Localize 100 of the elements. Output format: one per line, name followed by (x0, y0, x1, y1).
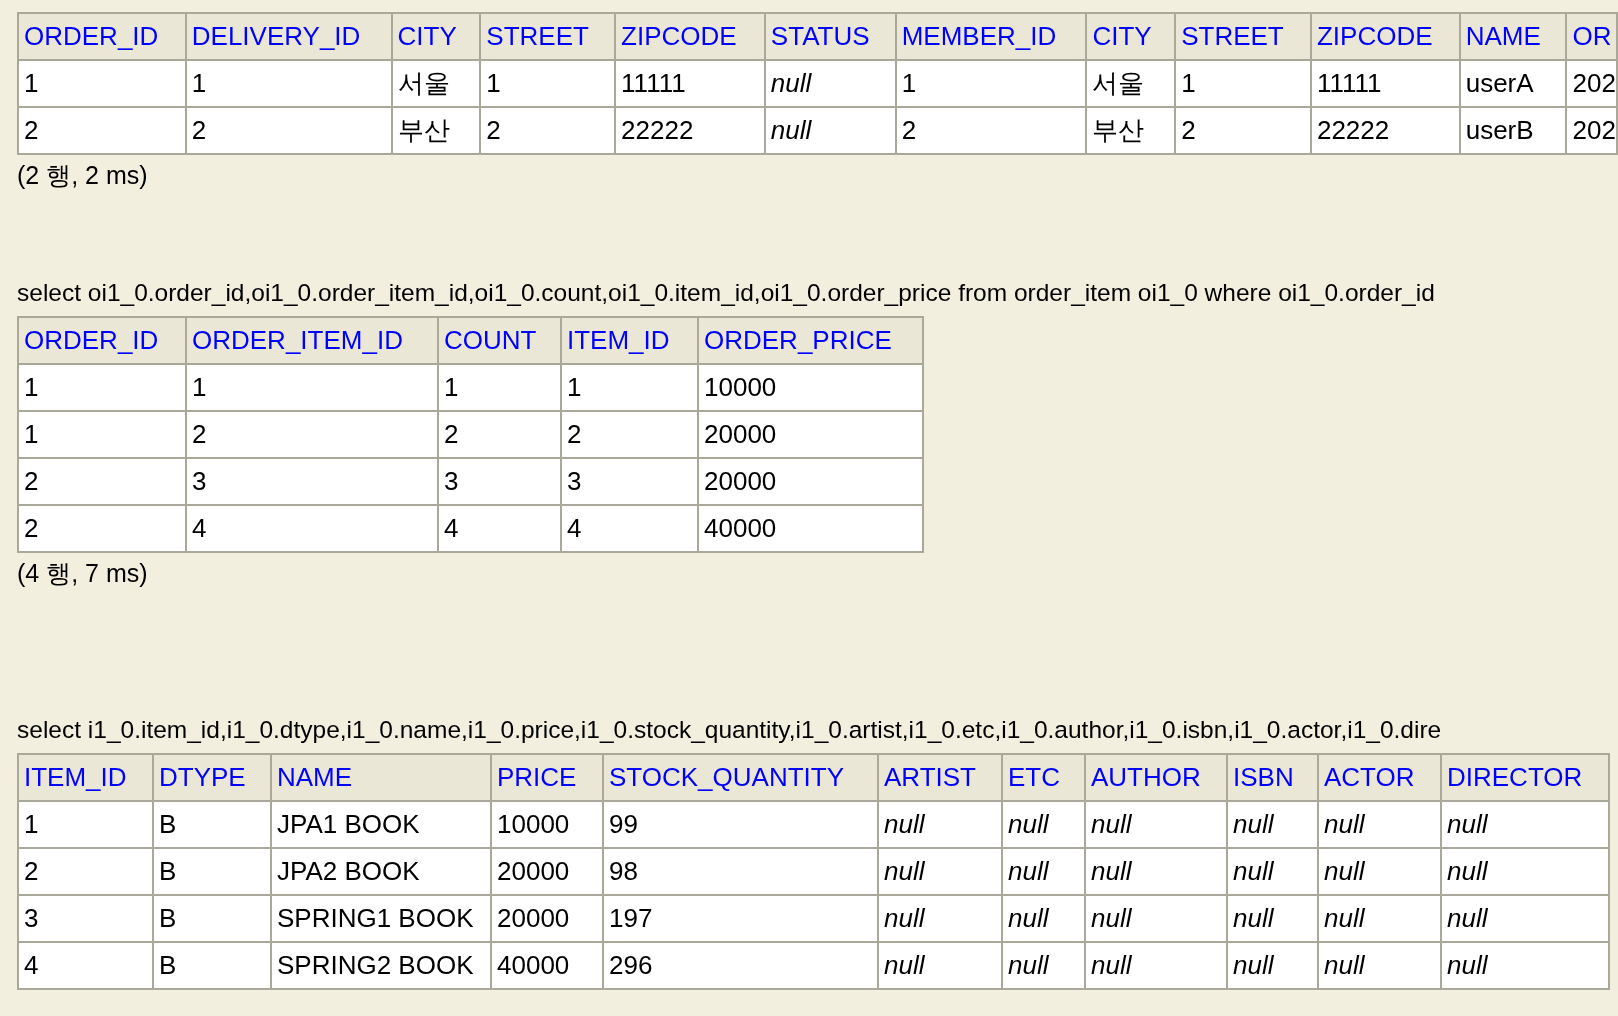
table-cell: 11111 (615, 60, 765, 107)
table-cell: 197 (603, 895, 878, 942)
table-cell: null (1441, 942, 1609, 989)
table-cell: null (878, 942, 1002, 989)
table-cell: 2 (18, 848, 153, 895)
table-cell: 1 (18, 60, 186, 107)
table-cell: 20000 (491, 895, 603, 942)
table-cell: null (1318, 895, 1441, 942)
table-cell: JPA1 BOOK (271, 801, 491, 848)
column-header: CITY (391, 13, 481, 60)
table-cell: 2 (185, 107, 392, 154)
column-header: CITY (1086, 13, 1176, 60)
table-cell: null (1227, 895, 1318, 942)
table-cell: B (153, 848, 271, 895)
table-cell: 40000 (698, 505, 923, 552)
table-cell: 99 (603, 801, 878, 848)
table-cell: null (1085, 895, 1227, 942)
column-header: ITEM_ID (18, 754, 153, 801)
column-header: COUNT (438, 317, 561, 364)
table-cell: 2 (186, 411, 438, 458)
column-header: NAME (271, 754, 491, 801)
table-cell: 2 (561, 411, 698, 458)
column-header: ETC (1002, 754, 1085, 801)
table-cell: B (153, 801, 271, 848)
column-header: AUTHOR (1085, 754, 1227, 801)
table-cell: userB (1459, 107, 1567, 154)
table-cell: 2 (480, 107, 616, 154)
column-header: ARTIST (878, 754, 1002, 801)
table-cell: null (878, 848, 1002, 895)
table-cell: 20000 (698, 411, 923, 458)
table-cell: 98 (603, 848, 878, 895)
table-cell: 1 (185, 60, 392, 107)
column-header: ORDER_ID (18, 317, 186, 364)
column-header: ISBN (1227, 754, 1318, 801)
table-cell: 1 (561, 364, 698, 411)
table-cell: null (1318, 848, 1441, 895)
table-cell: 4 (18, 942, 153, 989)
column-header: ORDER_ID (18, 13, 186, 60)
table-cell: null (1441, 801, 1609, 848)
table-cell: 2 (18, 505, 186, 552)
column-header: STREET (1175, 13, 1311, 60)
table-cell: 1 (18, 364, 186, 411)
column-header: ACTOR (1318, 754, 1441, 801)
column-header: ZIPCODE (615, 13, 765, 60)
table-cell: 4 (438, 505, 561, 552)
table-cell: 4 (186, 505, 438, 552)
column-header: ZIPCODE (1310, 13, 1460, 60)
column-header: NAME (1459, 13, 1567, 60)
table-cell: null (1002, 942, 1085, 989)
sql-query: select i1_0.item_id,i1_0.dtype,i1_0.name,i1_0.price,i1_0.stock_quantity,i1_0.artist,i1_0.etc,i1_0.author,i1_0.isbn,i1_0.actor,i1_0.dire (17, 715, 1443, 745)
table-cell: 40000 (491, 942, 603, 989)
row-count: (2 행, 2 ms) (17, 160, 149, 190)
column-header: ORDER_PRICE (698, 317, 923, 364)
table-cell: 1 (480, 60, 616, 107)
table-cell: null (1002, 801, 1085, 848)
column-header: STREET (480, 13, 616, 60)
table-cell: 1 (186, 364, 438, 411)
table-cell: B (153, 942, 271, 989)
table-cell: JPA2 BOOK (271, 848, 491, 895)
table-cell: 부산 (391, 107, 481, 154)
table-cell: null (764, 60, 896, 107)
table-cell: 202 (1566, 107, 1617, 154)
table-cell: null (1318, 801, 1441, 848)
table-cell: 20000 (491, 848, 603, 895)
table-cell: 22222 (615, 107, 765, 154)
column-header: MEMBER_ID (895, 13, 1087, 60)
table-cell: SPRING1 BOOK (271, 895, 491, 942)
column-header: STATUS (764, 13, 896, 60)
table-cell: 서울 (391, 60, 481, 107)
table-cell: null (1085, 848, 1227, 895)
table-cell: 1 (895, 60, 1087, 107)
table-cell: null (1002, 895, 1085, 942)
table-cell: SPRING2 BOOK (271, 942, 491, 989)
table-cell: null (1318, 942, 1441, 989)
column-header: DIRECTOR (1441, 754, 1609, 801)
table-cell: 1 (1175, 60, 1311, 107)
column-header: OR (1566, 13, 1617, 60)
table-cell: null (878, 801, 1002, 848)
table-cell: null (1085, 801, 1227, 848)
sql-query: select oi1_0.order_id,oi1_0.order_item_id,oi1_0.count,oi1_0.item_id,oi1_0.order_price from order_item oi1_0 where oi1_0.order_id (17, 278, 1436, 308)
table-cell: 11111 (1310, 60, 1460, 107)
table-cell: null (1227, 942, 1318, 989)
table-cell: 22222 (1310, 107, 1460, 154)
column-header: DTYPE (153, 754, 271, 801)
table-cell: null (1227, 801, 1318, 848)
table-cell: 2 (895, 107, 1087, 154)
table-cell: 서울 (1086, 60, 1176, 107)
table-cell: null (1227, 848, 1318, 895)
table-cell: 1 (18, 801, 153, 848)
table-cell: 10000 (491, 801, 603, 848)
table-cell: null (1085, 942, 1227, 989)
table-cell: null (878, 895, 1002, 942)
row-count: (4 행, 7 ms) (17, 558, 149, 588)
table-cell: null (764, 107, 896, 154)
column-header: PRICE (491, 754, 603, 801)
table-cell: null (1441, 848, 1609, 895)
table-cell: null (1002, 848, 1085, 895)
table-cell: 20000 (698, 458, 923, 505)
table-cell: 202 (1566, 60, 1617, 107)
table-cell: 1 (438, 364, 561, 411)
